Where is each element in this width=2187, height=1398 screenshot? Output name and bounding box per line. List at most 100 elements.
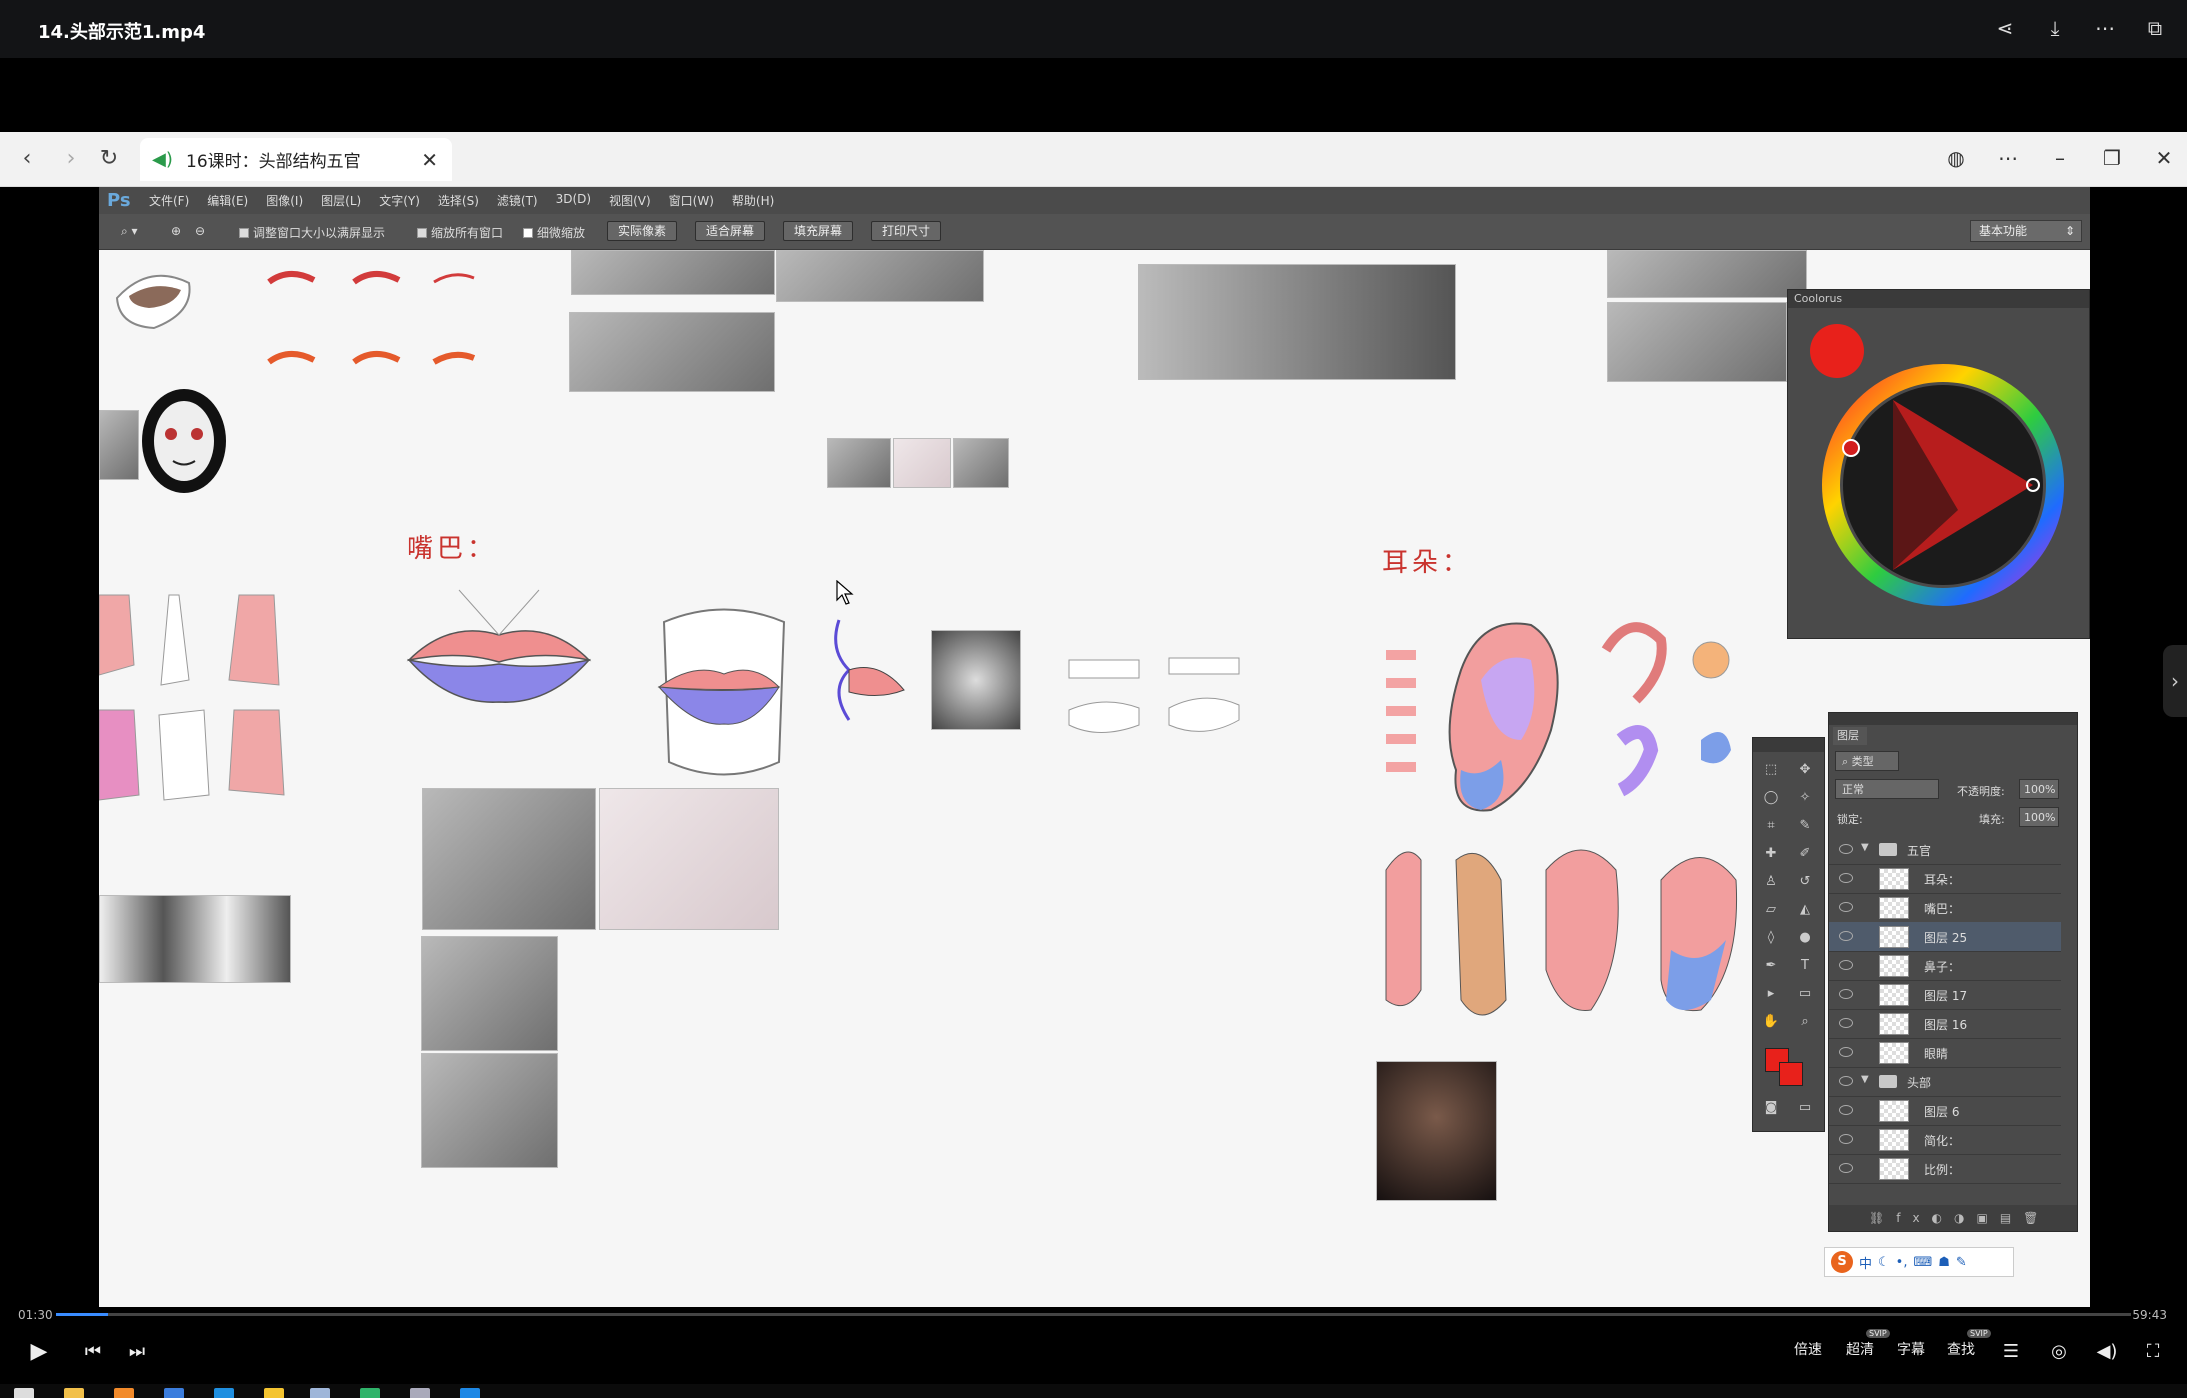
color-wheel[interactable] xyxy=(1818,360,2068,610)
visibility-eye-icon[interactable] xyxy=(1839,844,1853,854)
browser-tab[interactable]: ◀) 16课时：头部结构五官 ✕ xyxy=(140,138,452,181)
resize-windows-option[interactable]: 调整窗口大小以满屏显示 xyxy=(239,224,385,241)
ps-menu-item[interactable]: 文件(F) xyxy=(149,192,189,209)
ps-menu-item[interactable]: 滤镜(T) xyxy=(497,192,538,209)
layers-tab[interactable]: 图层 xyxy=(1833,727,1867,745)
stamp-tool-icon[interactable]: ♙ xyxy=(1761,872,1781,892)
globe-icon[interactable]: ◍ xyxy=(1943,144,1969,172)
layer-row[interactable]: 耳朵： xyxy=(1829,864,2061,894)
ps-menu-item[interactable]: 选择(S) xyxy=(438,192,479,209)
blend-mode-select[interactable]: 正常 xyxy=(1835,779,1939,799)
pen-tool-icon[interactable]: ✒ xyxy=(1761,956,1781,976)
refresh-icon[interactable]: ↻ xyxy=(96,146,122,172)
layer-row[interactable]: 眼睛 xyxy=(1829,1038,2061,1068)
layer-row[interactable]: 图层 6 xyxy=(1829,1096,2061,1126)
layer-row[interactable]: 简化： xyxy=(1829,1125,2061,1155)
fill-screen-button[interactable]: 填充屏幕 xyxy=(783,221,854,241)
keyboard-icon[interactable]: ⌨ xyxy=(1913,1255,1932,1270)
zoom-all-option[interactable]: 缩放所有窗口 xyxy=(417,224,503,241)
forward-icon[interactable]: › xyxy=(58,146,84,172)
visibility-eye-icon[interactable] xyxy=(1839,1076,1853,1086)
ime-mode[interactable]: 中 xyxy=(1859,1253,1872,1272)
fill-input[interactable]: 100% xyxy=(2019,807,2059,827)
pip-icon[interactable]: ⧉ xyxy=(2143,16,2167,40)
layer-group-row[interactable]: ▼ 头部 xyxy=(1829,1067,2061,1097)
ps-canvas[interactable]: 嘴巴： 耳朵： Coolorus ⬚ ✥ ◯ ✧ ⌗ ✎ ✚ ✐ ♙ ↺ ▱ ◭… xyxy=(99,250,2090,1307)
brush-tool-icon[interactable]: ✐ xyxy=(1795,844,1815,864)
layer-group-row[interactable]: ▼ 五官 xyxy=(1829,835,2061,865)
visibility-eye-icon[interactable] xyxy=(1839,1047,1853,1057)
moon-icon[interactable]: ☾ xyxy=(1878,1255,1890,1270)
visibility-eye-icon[interactable] xyxy=(1839,873,1853,883)
workspace-select[interactable]: 基本功能 ⇕ xyxy=(1970,220,2082,242)
speed-button[interactable]: 倍速 xyxy=(1794,1339,1822,1359)
volume-icon[interactable]: ◀) xyxy=(2092,1337,2122,1367)
print-size-button[interactable]: 打印尺寸 xyxy=(871,221,942,241)
close-window-icon[interactable]: ✕ xyxy=(2151,144,2177,172)
ps-menu-item[interactable]: 图像(I) xyxy=(266,192,303,209)
eyedropper-tool-icon[interactable]: ✎ xyxy=(1795,816,1815,836)
visibility-eye-icon[interactable] xyxy=(1839,1134,1853,1144)
layer-row[interactable]: 比例： xyxy=(1829,1154,2061,1184)
app-icon-2[interactable] xyxy=(264,1388,284,1398)
lasso-tool-icon[interactable]: ◯ xyxy=(1761,788,1781,808)
search-button[interactable]: 查找 SVIP xyxy=(1947,1329,1991,1359)
blur-tool-icon[interactable]: ◊ xyxy=(1761,928,1781,948)
path-select-tool-icon[interactable]: ▸ xyxy=(1761,984,1781,1004)
zoom-in-icon[interactable]: ⊕ xyxy=(171,224,181,238)
layer-row[interactable]: 鼻子： xyxy=(1829,951,2061,981)
zoom-out-icon[interactable]: ⊖ xyxy=(195,224,205,238)
store-icon[interactable] xyxy=(164,1388,184,1398)
ps-menu-item[interactable]: 文字(Y) xyxy=(379,192,420,209)
ps-menu-item[interactable]: 视图(V) xyxy=(609,192,651,209)
ps-menu-item[interactable]: 编辑(E) xyxy=(207,192,248,209)
minimize-icon[interactable]: – xyxy=(2047,144,2073,172)
app-icon-4[interactable] xyxy=(360,1388,380,1398)
bucket-tool-icon[interactable]: ◭ xyxy=(1795,900,1815,920)
browser-more-icon[interactable]: ⋯ xyxy=(1995,144,2021,172)
start-icon[interactable] xyxy=(14,1388,34,1398)
visibility-eye-icon[interactable] xyxy=(1839,1163,1853,1173)
share-icon[interactable]: ⋖ xyxy=(1993,16,2017,40)
firefox-icon[interactable] xyxy=(114,1388,134,1398)
playlist-icon[interactable]: ☰ xyxy=(1996,1337,2026,1367)
visibility-eye-icon[interactable] xyxy=(1839,931,1853,941)
download-icon[interactable]: ⤓ xyxy=(2043,16,2067,40)
previous-icon[interactable]: ⏮ xyxy=(78,1337,108,1367)
app-icon-1[interactable] xyxy=(214,1388,234,1398)
scrubby-zoom-option[interactable]: 细微缩放 xyxy=(523,224,585,241)
punctuation-icon[interactable]: •, xyxy=(1896,1255,1908,1270)
screen-mode-icon[interactable]: ▭ xyxy=(1795,1098,1815,1118)
back-icon[interactable]: ‹ xyxy=(14,146,40,172)
restore-icon[interactable]: ❐ xyxy=(2099,144,2125,172)
visibility-eye-icon[interactable] xyxy=(1839,960,1853,970)
opacity-input[interactable]: 100% xyxy=(2019,779,2059,799)
group-expand-icon[interactable]: ▼ xyxy=(1861,842,1869,853)
app-icon-3[interactable] xyxy=(310,1388,330,1398)
ps-menu-item[interactable]: 3D(D) xyxy=(556,192,591,209)
actual-pixels-button[interactable]: 实际像素 xyxy=(607,221,678,241)
crop-tool-icon[interactable]: ⌗ xyxy=(1761,816,1781,836)
skin-icon[interactable]: ☗ xyxy=(1938,1255,1950,1270)
visibility-eye-icon[interactable] xyxy=(1839,989,1853,999)
settings-icon[interactable]: ◎ xyxy=(2044,1337,2074,1367)
layer-row[interactable]: 图层 17 xyxy=(1829,980,2061,1010)
progress-bar[interactable] xyxy=(56,1313,2131,1316)
ps-menu-item[interactable]: 窗口(W) xyxy=(669,192,714,209)
more-icon[interactable]: ⋯ xyxy=(2093,16,2117,40)
visibility-eye-icon[interactable] xyxy=(1839,1105,1853,1115)
background-color-swatch[interactable] xyxy=(1779,1062,1803,1086)
fit-screen-button[interactable]: 适合屏幕 xyxy=(695,221,766,241)
visibility-eye-icon[interactable] xyxy=(1839,1018,1853,1028)
shape-tool-icon[interactable]: ▭ xyxy=(1795,984,1815,1004)
eraser-tool-icon[interactable]: ▱ xyxy=(1761,900,1781,920)
hand-tool-icon[interactable]: ✋ xyxy=(1761,1012,1781,1032)
layer-kind-filter[interactable]: ⌕ 类型 xyxy=(1835,751,1899,771)
ps-menu-item[interactable]: 帮助(H) xyxy=(732,192,774,209)
healing-tool-icon[interactable]: ✚ xyxy=(1761,844,1781,864)
layer-actions-bar[interactable]: ⛓fx◐◑▣▤🗑 xyxy=(1829,1205,2077,1231)
magic-wand-tool-icon[interactable]: ✧ xyxy=(1795,788,1815,808)
next-icon[interactable]: ⏭ xyxy=(122,1337,152,1367)
next-arrow-icon[interactable]: › xyxy=(2163,645,2187,717)
zoom-tool-panel-icon[interactable]: ⌕ xyxy=(1795,1012,1815,1032)
